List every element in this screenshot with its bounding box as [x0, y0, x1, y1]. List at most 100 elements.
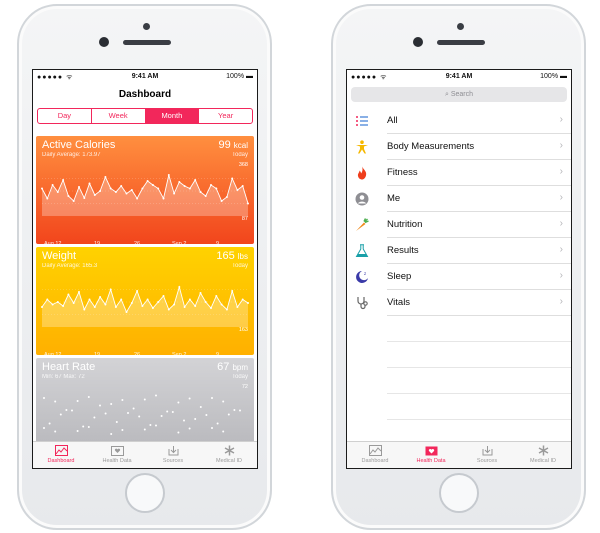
list-icon: [355, 114, 369, 128]
chevron-right-icon: ›: [559, 166, 563, 177]
chart-point: [183, 185, 186, 187]
segment-year[interactable]: Year: [199, 109, 252, 123]
chart-point: [151, 307, 154, 309]
segment-month[interactable]: Month: [145, 109, 200, 123]
chart-point: [204, 195, 207, 197]
heart-rate-point: [43, 427, 45, 429]
search-icon: ⌕: [444, 91, 449, 98]
chart-point: [78, 291, 80, 293]
list-item-all[interactable]: All ›: [347, 108, 571, 134]
segment-day[interactable]: Day: [38, 109, 92, 123]
chart-point: [72, 302, 75, 304]
weight-chart: [41, 285, 249, 327]
heart-rate-point: [194, 418, 197, 420]
chevron-right-icon: ›: [559, 296, 563, 307]
weight-card[interactable]: Weight 165 lbs Daily Average: 165.3 Toda…: [36, 247, 254, 358]
heart-rate-point: [211, 427, 213, 429]
chart-point: [241, 298, 244, 301]
chart-point: [125, 311, 128, 313]
heart-rate-point: [87, 396, 90, 398]
heart-rate-point: [199, 406, 202, 408]
tab-health-data[interactable]: Health Data: [89, 442, 145, 468]
tab-medical-id[interactable]: Medical ID: [201, 442, 257, 468]
chart-point: [83, 197, 86, 199]
chart-point: [62, 179, 65, 181]
flame-icon: [355, 166, 369, 180]
tab-label: Dashboard: [361, 458, 389, 464]
tab-medical-id[interactable]: Medical ID: [515, 442, 571, 468]
chart-point: [136, 290, 139, 292]
list-item-body-measurements[interactable]: Body Measurements ›: [347, 134, 571, 160]
chart-point: [62, 305, 65, 307]
chart-area: [42, 175, 248, 216]
list-item-me[interactable]: Me ›: [347, 186, 571, 212]
chart-point: [204, 301, 207, 303]
heart-rate-chart: [43, 394, 241, 435]
heart-rate-point: [110, 403, 113, 405]
list-item-results[interactable]: Results ›: [347, 238, 571, 264]
heart-rate-point: [216, 422, 219, 425]
empty-row: [347, 316, 571, 342]
sources-download-icon: [168, 446, 178, 456]
home-button[interactable]: [125, 473, 165, 513]
list-item-label: Body Measurements: [387, 141, 475, 152]
active-calories-card[interactable]: Active Calories 99 kcal Daily Average: 1…: [36, 136, 254, 247]
list-item-label: All: [387, 115, 398, 126]
heart-rate-point: [239, 409, 241, 412]
chart-point: [236, 189, 239, 191]
chart-point: [173, 192, 176, 195]
heart-rate-point: [48, 422, 51, 425]
chart-point: [215, 295, 218, 297]
list-item-vitals[interactable]: Vitals ›: [347, 290, 571, 316]
tab-dashboard[interactable]: Dashboard: [347, 442, 403, 468]
status-time: 9:41 AM: [131, 73, 159, 80]
heart-rate-point: [121, 399, 124, 401]
heart-rate-point: [188, 427, 191, 430]
heart-rate-point: [76, 430, 79, 432]
search-input[interactable]: ⌕ Search: [351, 87, 567, 102]
chart-point: [194, 179, 197, 181]
heart-rate-point: [160, 415, 163, 417]
heart-rate-point: [171, 411, 174, 413]
card-title: Active Calories: [42, 139, 116, 151]
earpiece-speaker: [437, 40, 485, 45]
svg-text:z: z: [364, 271, 366, 276]
segment-week[interactable]: Week: [92, 109, 146, 123]
chart-point: [120, 185, 123, 187]
heart-rate-point: [43, 397, 45, 399]
heart-rate-card[interactable]: Heart Rate 67 bpm Min: 67 Max: 72 Today …: [36, 358, 254, 448]
chart-point: [162, 197, 165, 200]
heart-rate-point: [222, 400, 225, 403]
chart-point: [146, 180, 149, 182]
chart-point: [93, 194, 96, 196]
chart-point: [225, 308, 228, 311]
chart-point: [51, 303, 54, 306]
heart-rate-point: [115, 421, 118, 423]
right-phone: ●●●●● ᯤ 9:41 AM 100% ▬ ⌕ Search All › Bo…: [331, 4, 586, 530]
list-item-sleep[interactable]: z Sleep ›: [347, 264, 571, 290]
home-button[interactable]: [439, 473, 479, 513]
card-subtitle: Min: 67 Max: 72: [42, 374, 85, 380]
chart-point: [88, 298, 91, 301]
list-item-nutrition[interactable]: Nutrition ›: [347, 212, 571, 238]
card-subtitle: Daily Average: 165.3: [42, 263, 98, 269]
tab-sources[interactable]: Sources: [145, 442, 201, 468]
chart-point: [130, 302, 133, 304]
chart-area: [42, 287, 248, 327]
left-phone: ●●●●● ᯤ 9:41 AM 100% ▬ Dashboard Day Wee…: [17, 4, 272, 530]
card-value: 165 lbs: [216, 250, 248, 262]
tab-sources[interactable]: Sources: [459, 442, 515, 468]
chart-point: [167, 308, 170, 311]
body-figure-icon: [355, 140, 369, 154]
heart-rate-point: [132, 407, 135, 410]
chart-point: [83, 308, 86, 311]
tab-health-data[interactable]: Health Data: [403, 442, 459, 468]
chart-point: [141, 305, 144, 307]
list-item-fitness[interactable]: Fitness ›: [347, 160, 571, 186]
chart-point: [241, 185, 244, 187]
tab-dashboard[interactable]: Dashboard: [33, 442, 89, 468]
chart-point: [210, 307, 212, 309]
health-data-folder-icon: [425, 446, 437, 456]
chart-point: [231, 290, 234, 292]
chart-point: [225, 196, 228, 198]
